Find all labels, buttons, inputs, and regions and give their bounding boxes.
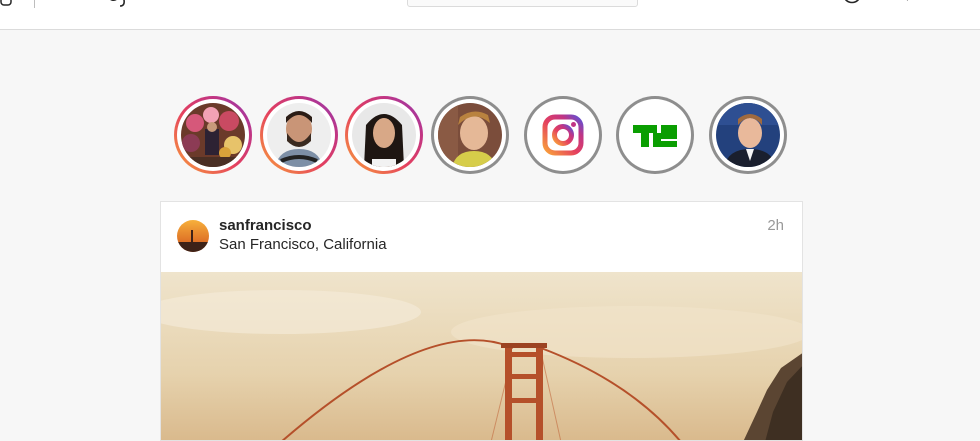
avatar (352, 103, 416, 167)
story-avatar-techcrunch[interactable] (616, 96, 694, 174)
golden-gate-photo (161, 272, 802, 440)
avatar (181, 103, 245, 167)
post-username[interactable]: sanfrancisco (219, 217, 312, 234)
sunset-avatar-image (177, 220, 209, 252)
story-avatar-bearded-man[interactable] (260, 96, 338, 174)
avatar (716, 103, 780, 167)
techcrunch-logo-icon (633, 125, 677, 147)
avatar (623, 103, 687, 167)
stories-tray (0, 0, 980, 200)
avatar (267, 103, 331, 167)
avatar (531, 103, 595, 167)
post-location[interactable]: San Francisco, California (219, 236, 387, 253)
young-man-image (438, 103, 502, 167)
avatar (438, 103, 502, 167)
story-avatar-flowers[interactable] (174, 96, 252, 174)
man-in-suit-image (716, 103, 780, 167)
post-photo-golden-gate[interactable] (161, 272, 802, 440)
story-avatar-man-in-suit[interactable] (709, 96, 787, 174)
flowers-image (181, 103, 245, 167)
post-author-avatar[interactable] (177, 220, 209, 252)
woman-image (352, 103, 416, 167)
story-avatar-young-man[interactable] (431, 96, 509, 174)
story-avatar-woman[interactable] (345, 96, 423, 174)
instagram-logo-icon (542, 114, 584, 156)
story-avatar-instagram[interactable] (524, 96, 602, 174)
feed-post: sanfrancisco San Francisco, California 2… (160, 201, 803, 441)
post-timestamp: 2h (767, 217, 784, 234)
bearded-man-image (267, 103, 331, 167)
post-header: sanfrancisco San Francisco, California 2… (161, 202, 802, 272)
